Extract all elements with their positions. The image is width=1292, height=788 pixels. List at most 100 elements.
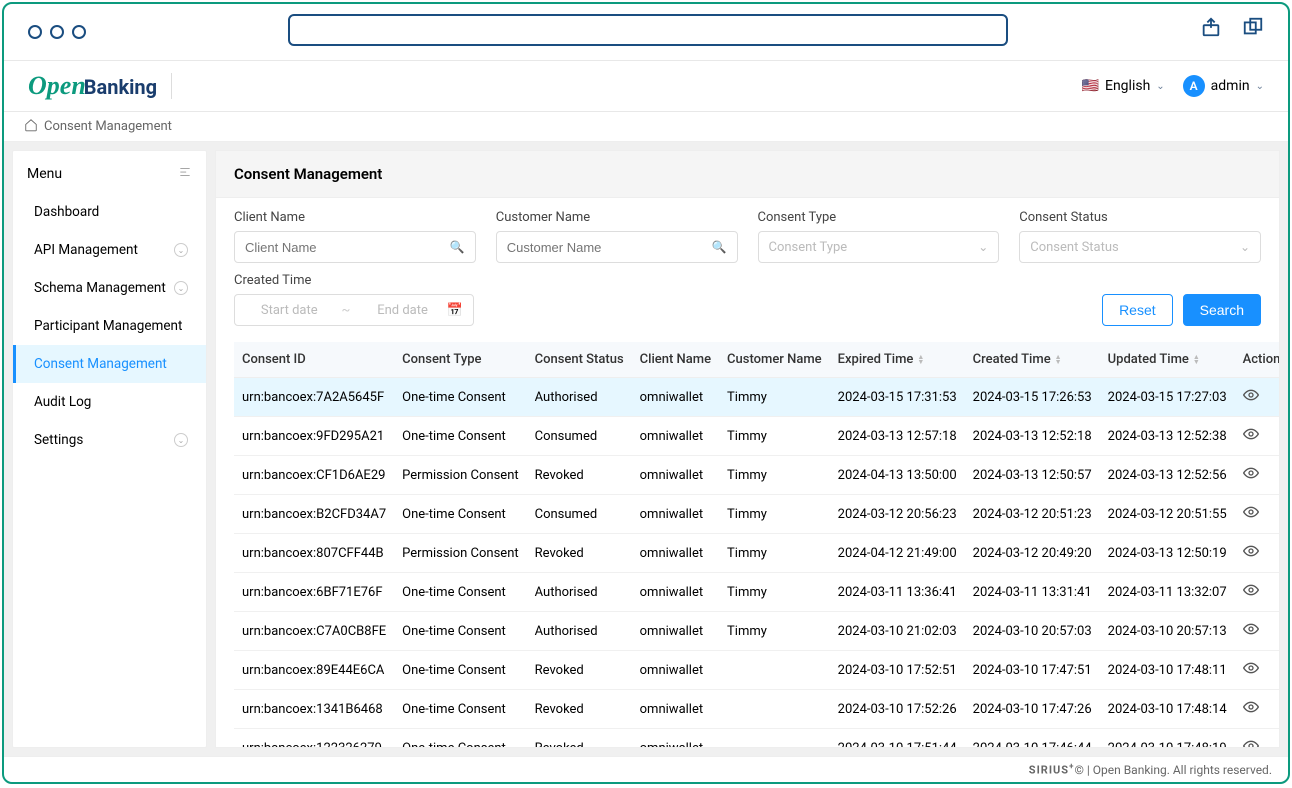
view-action-icon[interactable] [1243,509,1259,524]
home-icon[interactable] [24,118,38,136]
browser-dot[interactable] [50,25,64,39]
table-row[interactable]: urn:bancoex:C7A0CB8FEOne-time ConsentAut… [234,612,1280,651]
cell-consent-type: Permission Consent [394,534,526,573]
customer-name-input[interactable]: 🔍 [496,231,738,263]
browser-dot[interactable] [72,25,86,39]
table-row[interactable]: urn:bancoex:6BF71E76FOne-time ConsentAut… [234,573,1280,612]
reset-button[interactable]: Reset [1102,294,1173,326]
client-name-input[interactable]: 🔍 [234,231,476,263]
sort-icon: ▲▼ [917,355,924,365]
cell-updated-time: 2024-03-13 12:52:56 [1100,456,1235,495]
consent-type-label: Consent Type [758,210,1000,225]
cell-consent-status: Revoked [527,534,632,573]
view-action-icon[interactable] [1243,743,1259,748]
sidebar-item-dashboard[interactable]: Dashboard [13,193,206,231]
cell-consent-id: urn:bancoex:89E44E6CA [234,651,394,690]
sidebar-item-api-management[interactable]: API Management⌄ [13,231,206,269]
consent-status-select[interactable]: Consent Status ⌄ [1019,231,1261,263]
cell-client-name: omniwallet [632,573,719,612]
share-icon[interactable] [1200,16,1222,42]
table-row[interactable]: urn:bancoex:B2CFD34A7One-time ConsentCon… [234,495,1280,534]
cell-expired-time: 2024-03-12 20:56:23 [830,495,965,534]
table-row[interactable]: urn:bancoex:7A2A5645FOne-time ConsentAut… [234,378,1280,417]
column-header-consent-status: Consent Status [527,342,632,378]
sirius-logo: SIRIUS+ [1029,762,1075,777]
cell-client-name: omniwallet [632,651,719,690]
view-action-icon[interactable] [1243,704,1259,719]
cell-created-time: 2024-03-12 20:49:20 [965,534,1100,573]
language-selector[interactable]: 🇺🇸 English ⌄ [1082,78,1165,94]
column-header-updated-time[interactable]: Updated Time▲▼ [1100,342,1235,378]
customer-name-field[interactable] [507,240,712,255]
cell-customer-name [719,729,830,749]
cell-action [1235,456,1280,495]
sidebar-item-schema-management[interactable]: Schema Management⌄ [13,269,206,307]
cell-created-time: 2024-03-10 20:57:03 [965,612,1100,651]
cell-action [1235,534,1280,573]
consent-status-label: Consent Status [1019,210,1261,225]
view-action-icon[interactable] [1243,626,1259,641]
cell-consent-status: Authorised [527,573,632,612]
cell-client-name: omniwallet [632,612,719,651]
sidebar-item-participant-management[interactable]: Participant Management [13,307,206,345]
menu-collapse-icon[interactable] [178,165,192,183]
cell-customer-name: Timmy [719,612,830,651]
sidebar-item-consent-management[interactable]: Consent Management [13,345,206,383]
chevron-down-icon: ⌄ [978,240,988,254]
cell-created-time: 2024-03-10 17:47:26 [965,690,1100,729]
cell-updated-time: 2024-03-10 17:48:19 [1100,729,1235,749]
url-address-bar[interactable] [288,14,1008,46]
table-row[interactable]: urn:bancoex:89E44E6CAOne-time ConsentRev… [234,651,1280,690]
cell-consent-id: urn:bancoex:807CFF44B [234,534,394,573]
sidebar-item-label: Participant Management [34,318,182,334]
cell-consent-type: One-time Consent [394,417,526,456]
app-logo[interactable]: Open Banking [28,71,157,101]
browser-dot[interactable] [28,25,42,39]
table-row[interactable]: urn:bancoex:807CFF44BPermission ConsentR… [234,534,1280,573]
search-button[interactable]: Search [1183,294,1261,326]
table-row[interactable]: urn:bancoex:122326279One-time ConsentRev… [234,729,1280,749]
view-action-icon[interactable] [1243,665,1259,680]
created-time-label: Created Time [234,273,1261,288]
table-row[interactable]: urn:bancoex:1341B6468One-time ConsentRev… [234,690,1280,729]
column-header-client-name: Client Name [632,342,719,378]
cell-action [1235,612,1280,651]
view-action-icon[interactable] [1243,392,1259,407]
copy-icon[interactable] [1242,16,1264,42]
filter-section: Client Name 🔍 Customer Name 🔍 [216,198,1279,342]
user-menu[interactable]: A admin ⌄ [1183,75,1264,97]
cell-expired-time: 2024-03-13 12:57:18 [830,417,965,456]
cell-customer-name: Timmy [719,573,830,612]
calendar-icon: 📅 [447,303,463,318]
sidebar-item-audit-log[interactable]: Audit Log [13,383,206,421]
sidebar-item-settings[interactable]: Settings⌄ [13,421,206,459]
cell-created-time: 2024-03-15 17:26:53 [965,378,1100,417]
table-row[interactable]: urn:bancoex:CF1D6AE29Permission ConsentR… [234,456,1280,495]
cell-consent-type: One-time Consent [394,729,526,749]
view-action-icon[interactable] [1243,548,1259,563]
view-action-icon[interactable] [1243,470,1259,485]
cell-updated-time: 2024-03-10 17:48:11 [1100,651,1235,690]
column-header-expired-time[interactable]: Expired Time▲▼ [830,342,965,378]
consent-type-select[interactable]: Consent Type ⌄ [758,231,1000,263]
cell-expired-time: 2024-04-12 21:49:00 [830,534,965,573]
view-action-icon[interactable] [1243,431,1259,446]
cell-consent-status: Consumed [527,417,632,456]
client-name-field[interactable] [245,240,450,255]
chevron-down-icon: ⌄ [1156,81,1164,92]
cell-created-time: 2024-03-13 12:52:18 [965,417,1100,456]
column-header-created-time[interactable]: Created Time▲▼ [965,342,1100,378]
sort-icon: ▲▼ [1193,355,1200,365]
table-row[interactable]: urn:bancoex:9FD295A21One-time ConsentCon… [234,417,1280,456]
chevron-down-icon: ⌄ [1256,81,1264,92]
search-icon: 🔍 [450,240,465,254]
cell-customer-name: Timmy [719,417,830,456]
cell-consent-id: urn:bancoex:1341B6468 [234,690,394,729]
cell-client-name: omniwallet [632,417,719,456]
cell-action [1235,417,1280,456]
breadcrumb-current: Consent Management [44,119,172,134]
cell-client-name: omniwallet [632,378,719,417]
main-panel: Consent Management Client Name 🔍 Custome… [215,150,1280,748]
date-range-separator: ~ [341,303,350,318]
view-action-icon[interactable] [1243,587,1259,602]
